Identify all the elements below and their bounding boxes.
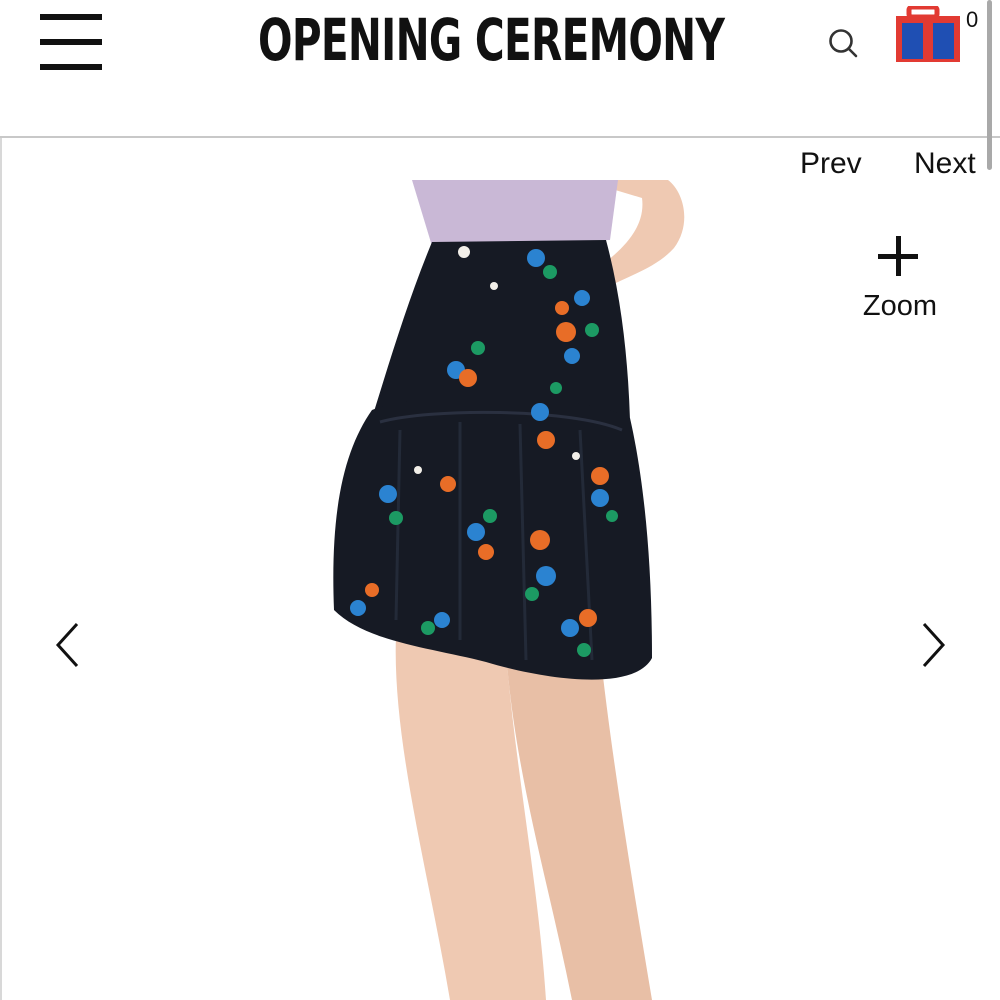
product-image-floral-bubble-skirt[interactable] xyxy=(300,180,760,1000)
site-header: OPENING CEREMONY 0 xyxy=(0,0,1000,138)
zoom-button[interactable]: Zoom xyxy=(860,228,940,328)
cart-count-badge[interactable]: 0 xyxy=(966,8,978,32)
chevron-right-icon[interactable] xyxy=(914,618,954,672)
zoom-label: Zoom xyxy=(862,290,938,322)
search-icon[interactable] xyxy=(826,26,860,60)
chevron-left-icon[interactable] xyxy=(52,618,92,672)
hamburger-menu-icon[interactable] xyxy=(40,14,102,70)
menu-bar xyxy=(40,64,102,70)
menu-bar xyxy=(40,14,102,20)
page-left-edge xyxy=(0,0,2,1000)
prev-product-link[interactable]: Prev xyxy=(800,146,862,182)
next-product-link[interactable]: Next xyxy=(914,146,976,182)
scrollbar[interactable] xyxy=(987,0,992,170)
menu-bar xyxy=(40,39,102,45)
plus-icon xyxy=(878,236,920,278)
brand-logo[interactable]: OPENING CEREMONY xyxy=(258,8,725,72)
